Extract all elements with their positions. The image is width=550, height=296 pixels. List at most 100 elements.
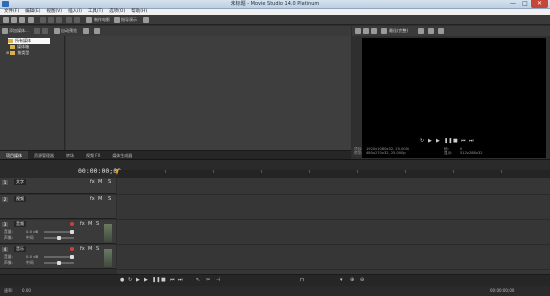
mute-button[interactable]: M — [98, 196, 102, 203]
go-to-end-icon[interactable]: ⏭ — [469, 137, 474, 145]
media-file-area[interactable] — [66, 36, 351, 150]
track-name[interactable]: 音频 — [14, 221, 26, 227]
maximize-button[interactable]: □ — [519, 0, 531, 8]
import-media-icon[interactable] — [2, 28, 8, 34]
track-header-1[interactable]: 1 文字 fx M S — [0, 178, 116, 194]
loop-icon[interactable]: ↻ — [420, 137, 424, 145]
track-name[interactable]: 音乐 — [14, 246, 26, 252]
remove-icon[interactable] — [34, 28, 40, 34]
timeline-ruler[interactable] — [117, 170, 550, 178]
undo-icon[interactable] — [66, 17, 72, 23]
redo-icon[interactable] — [74, 17, 80, 23]
minimize-button[interactable]: — — [507, 0, 519, 8]
timeline-tracks-area[interactable] — [117, 178, 550, 274]
preview-quality-icon[interactable] — [381, 28, 387, 34]
volume-slider-thumb[interactable] — [70, 255, 74, 259]
preview-settings-icon[interactable] — [355, 28, 361, 34]
make-movie-button[interactable]: 制作电影 — [94, 15, 110, 25]
snap-icon[interactable]: ⊓ — [300, 276, 304, 284]
auto-preview-label[interactable]: 自动预览 — [61, 26, 77, 36]
go-to-start-icon[interactable]: ⏮ — [170, 276, 175, 284]
tab-project-media[interactable]: 项目媒体 — [0, 151, 28, 159]
view-menu-icon[interactable] — [83, 28, 89, 34]
track-lane-2[interactable] — [117, 195, 550, 220]
play-icon[interactable]: ▶ — [144, 276, 148, 284]
properties-icon[interactable] — [42, 28, 48, 34]
paste-icon[interactable] — [56, 17, 62, 23]
search-icon[interactable] — [94, 28, 100, 34]
zoom-out-icon[interactable]: ⊖ — [360, 276, 364, 284]
pause-icon[interactable]: ❚❚ — [152, 276, 160, 284]
track-lane-3[interactable] — [117, 220, 550, 245]
play-from-start-icon[interactable]: ▶ — [428, 137, 432, 145]
pause-icon[interactable]: ❚❚ — [444, 137, 452, 145]
preview-fx-icon[interactable] — [363, 28, 369, 34]
pan-slider-thumb[interactable] — [57, 236, 61, 240]
overlays-icon[interactable] — [418, 28, 424, 34]
preview-quality-select[interactable]: 最佳(完整) — [389, 26, 408, 36]
track-header-4[interactable]: 4 音乐 fx M S 音量: 0.0 dB 声像: 中间 — [0, 245, 116, 269]
go-to-end-icon[interactable]: ⏭ — [178, 276, 183, 284]
tab-video-fx[interactable]: 视频 FX — [80, 151, 106, 159]
split-screen-icon[interactable] — [371, 28, 377, 34]
track-number: 2 — [2, 197, 8, 202]
cut-icon[interactable] — [40, 17, 46, 23]
play-icon[interactable]: ▶ — [436, 137, 440, 145]
settings-icon[interactable] — [28, 17, 34, 23]
new-project-icon[interactable] — [3, 17, 9, 23]
track-fx-button[interactable]: fx — [90, 179, 95, 186]
close-button[interactable]: ✕ — [531, 0, 548, 8]
solo-button[interactable]: S — [108, 196, 111, 203]
mute-button[interactable]: M — [98, 179, 102, 186]
mute-button[interactable]: M — [88, 221, 92, 228]
refresh-icon[interactable] — [143, 17, 149, 23]
track-name[interactable]: 文字 — [14, 179, 26, 185]
solo-button[interactable]: S — [96, 246, 99, 253]
track-fx-button[interactable]: fx — [80, 246, 85, 253]
open-icon[interactable] — [11, 17, 17, 23]
record-arm-icon[interactable] — [70, 222, 74, 226]
solo-button[interactable]: S — [108, 179, 111, 186]
track-fx-button[interactable]: fx — [80, 221, 85, 228]
normal-edit-tool-icon[interactable]: ↖ — [196, 276, 200, 284]
volume-value: 0.0 dB — [26, 254, 39, 259]
split-icon[interactable]: ✂ — [206, 276, 210, 284]
auto-preview-icon[interactable] — [54, 28, 60, 34]
show-me-how-icon[interactable] — [114, 17, 120, 23]
save-snapshot-icon[interactable] — [438, 28, 444, 34]
tree-item-by-type[interactable]: ⊞ 按类型 — [6, 50, 29, 56]
save-icon[interactable] — [19, 17, 25, 23]
solo-button[interactable]: S — [96, 221, 99, 228]
pan-slider-thumb[interactable] — [57, 261, 61, 265]
copy-icon[interactable] — [48, 17, 54, 23]
loop-icon[interactable]: ↻ — [128, 276, 132, 284]
play-from-start-icon[interactable]: ▶ — [136, 276, 140, 284]
tab-transitions[interactable]: 转场 — [60, 151, 80, 159]
zoom-in-icon[interactable]: ⊕ — [350, 276, 354, 284]
import-media-button[interactable]: 添加媒体... — [9, 26, 29, 36]
track-header-2[interactable]: 2 视频 fx M S — [0, 195, 116, 219]
track-name[interactable]: 视频 — [14, 196, 26, 202]
make-movie-icon[interactable] — [86, 17, 92, 23]
mute-button[interactable]: M — [88, 246, 92, 253]
go-to-start-icon[interactable]: ⏮ — [461, 137, 466, 145]
preview-transport: ↻ ▶ ▶ ❚❚ ■ ⏮ ⏭ — [352, 137, 550, 147]
expand-icon[interactable]: ⊞ — [6, 50, 9, 55]
display-label: 显示: — [444, 151, 453, 155]
marker-icon[interactable]: ▾ — [340, 276, 343, 284]
volume-slider-thumb[interactable] — [70, 230, 74, 234]
tab-explorer[interactable]: 资源管理器 — [28, 151, 60, 159]
track-header-3[interactable]: 3 音频 fx M S 音量: 0.0 dB 声像: 中间 — [0, 220, 116, 244]
track-fx-button[interactable]: fx — [90, 196, 95, 203]
stop-icon[interactable]: ■ — [161, 276, 166, 284]
trim-icon[interactable]: ⊣ — [216, 276, 220, 284]
stop-icon[interactable]: ■ — [453, 137, 458, 145]
record-icon[interactable]: ● — [120, 276, 124, 284]
copy-snapshot-icon[interactable] — [428, 28, 434, 34]
tab-media-generators[interactable]: 媒体生成器 — [106, 151, 138, 159]
track-lane-1[interactable] — [117, 178, 550, 195]
show-me-how-button[interactable]: 指导演示 — [121, 15, 137, 25]
window-controls: — □ ✕ — [507, 0, 548, 8]
record-arm-icon[interactable] — [70, 247, 74, 251]
track-lane-4[interactable] — [117, 245, 550, 270]
